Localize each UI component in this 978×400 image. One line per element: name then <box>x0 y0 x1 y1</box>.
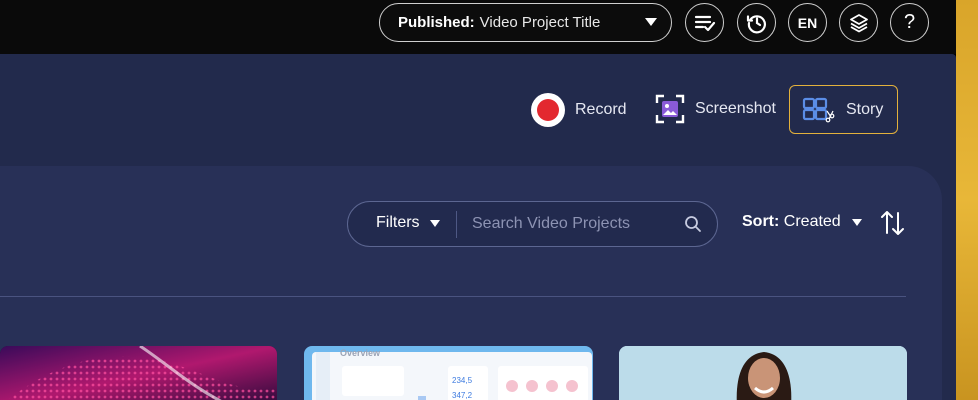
sort-value: Created <box>783 213 841 230</box>
record-icon <box>531 93 565 127</box>
side-accent-strip <box>956 0 978 400</box>
help-icon: ? <box>903 11 916 33</box>
publish-status-select[interactable]: Published: Video Project Title <box>379 3 672 42</box>
history-button[interactable] <box>737 3 776 42</box>
filters-label: Filters <box>376 214 420 231</box>
abstract-dots-image <box>0 346 277 400</box>
project-thumbnail[interactable] <box>619 346 907 400</box>
dashboard-header: Overview <box>340 348 381 358</box>
capture-toolbar: Record Screenshot Story <box>0 54 956 166</box>
chevron-down-icon <box>645 18 657 26</box>
sort-prefix: Sort: <box>742 213 780 230</box>
history-icon <box>746 14 766 33</box>
story-button[interactable]: Story <box>789 85 898 134</box>
review-list-button[interactable] <box>685 3 724 42</box>
layers-button[interactable] <box>839 3 878 42</box>
checklist-icon <box>694 15 715 31</box>
filters-dropdown[interactable]: Filters <box>376 214 440 232</box>
screenshot-label: Screenshot <box>695 100 776 117</box>
storyboard-icon <box>802 97 835 123</box>
story-label: Story <box>846 101 884 118</box>
sort-text: Sort: Created <box>742 213 841 231</box>
sort-dropdown[interactable]: Sort: Created <box>742 213 862 231</box>
dashboard-widget <box>342 366 404 396</box>
search-divider <box>456 211 457 238</box>
top-bar: Published: Video Project Title EN ? <box>0 0 956 54</box>
screenshot-button[interactable]: Screenshot <box>655 94 776 124</box>
search-icon[interactable] <box>684 215 702 233</box>
dashboard-widget: 234,5 347,2 <box>448 366 488 400</box>
publish-prefix: Published: <box>398 14 475 31</box>
record-button[interactable]: Record <box>531 93 627 127</box>
help-button[interactable]: ? <box>890 3 929 42</box>
main-panel: Record Screenshot Story Filters Search V… <box>0 54 956 400</box>
layers-icon <box>849 13 868 32</box>
portrait-image <box>619 346 907 400</box>
language-button[interactable]: EN <box>788 3 827 42</box>
language-label: EN <box>797 14 818 31</box>
dashboard-preview: Overview 234,5 347,2 <box>312 348 592 400</box>
search-input[interactable] <box>472 210 672 238</box>
record-label: Record <box>575 101 627 118</box>
chevron-down-icon <box>429 219 440 227</box>
sort-direction-icon[interactable] <box>879 208 907 238</box>
metric-value: 347,2 <box>452 391 473 400</box>
dashboard-widget <box>498 366 588 400</box>
project-title: Video Project Title <box>479 14 601 31</box>
metric-value: 234,5 <box>452 376 473 385</box>
projects-card: Filters Sort: Created <box>0 166 942 400</box>
app-window: Published: Video Project Title EN ? Reco… <box>0 0 978 400</box>
section-divider <box>0 296 906 297</box>
search-filter-bar: Filters <box>347 201 718 247</box>
dashboard-sidebar <box>316 352 330 400</box>
story-button-content: Story <box>802 97 883 123</box>
chevron-down-icon <box>851 218 862 226</box>
project-thumbnail[interactable]: Overview 234,5 347,2 <box>304 346 593 400</box>
screenshot-icon <box>655 94 685 124</box>
project-thumbnail[interactable] <box>0 346 277 400</box>
